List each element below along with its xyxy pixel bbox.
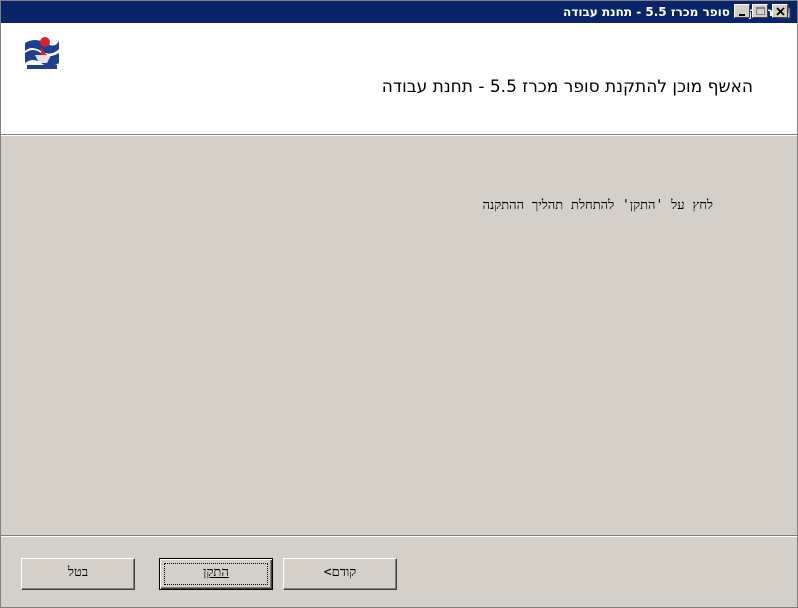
title-bar[interactable]: התקנת סופר מכרז 5.5 - תחנת עבודה [1,1,797,23]
close-button[interactable] [772,4,788,18]
installer-window: התקנת סופר מכרז 5.5 - תחנת עבודה האשף מו… [0,0,798,608]
instruction-text: לחץ על 'התקן' להתחלת תהליך ההתקנה [482,198,713,213]
back-button[interactable]: <קודם [283,558,397,590]
install-button-label: התקן [203,565,229,580]
wizard-header: האשף מוכן להתקנת סופר מכרז 5.5 - תחנת עב… [1,23,797,134]
close-icon [776,7,785,16]
super-michraz-logo-icon [21,33,63,75]
window-controls [734,4,794,20]
minimize-button[interactable] [734,4,750,18]
cancel-button[interactable]: בטל [21,558,135,590]
install-button[interactable]: התקן [159,558,273,590]
header-title: האשף מוכן להתקנת סופר מכרז 5.5 - תחנת עב… [381,77,753,97]
maximize-icon [756,7,765,15]
back-button-label: <קודם [323,565,357,580]
footer-divider-highlight [1,536,797,537]
header-divider-highlight [1,135,797,136]
minimize-icon [739,14,745,16]
cancel-button-label: בטל [67,565,89,580]
maximize-button[interactable] [752,4,768,18]
